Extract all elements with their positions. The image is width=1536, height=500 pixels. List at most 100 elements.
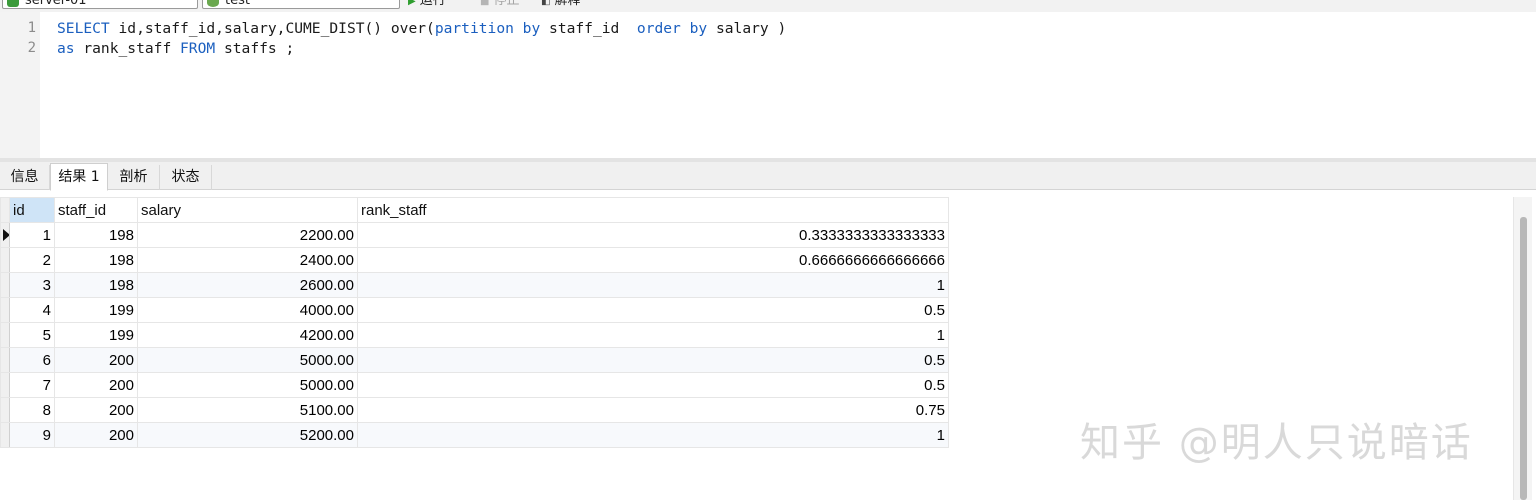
row-indicator[interactable] bbox=[0, 397, 10, 423]
cell-salary[interactable]: 2600.00 bbox=[137, 272, 358, 298]
row-indicator[interactable] bbox=[0, 347, 10, 373]
sql-text: staffs ; bbox=[215, 40, 295, 57]
run-label: 运行 bbox=[419, 0, 446, 8]
cell-staff-id[interactable]: 200 bbox=[54, 397, 138, 423]
sql-text: rank_staff bbox=[74, 40, 181, 57]
current-row-arrow-icon bbox=[3, 229, 9, 241]
cell-rank-staff[interactable]: 0.5 bbox=[357, 347, 949, 373]
cell-salary[interactable]: 4200.00 bbox=[137, 322, 358, 348]
connection-label: server-01 bbox=[25, 0, 87, 8]
sql-text: id,staff_id,salary,CUME_DIST() over( bbox=[109, 20, 435, 37]
cell-staff-id[interactable]: 198 bbox=[54, 272, 138, 298]
cell-staff-id[interactable]: 199 bbox=[54, 297, 138, 323]
line-number-gutter: 1 2 bbox=[0, 12, 40, 158]
column-header-salary[interactable]: salary bbox=[137, 197, 358, 223]
explain-button[interactable]: ◧ 解释 bbox=[541, 0, 580, 9]
column-header-id[interactable]: id bbox=[9, 197, 55, 223]
tab-result-1[interactable]: 结果 1 bbox=[50, 163, 108, 191]
row-indicator[interactable] bbox=[0, 222, 10, 248]
cell-rank-staff[interactable]: 1 bbox=[357, 422, 949, 448]
sql-editor[interactable]: 1 2 SELECT id,staff_id,salary,CUME_DIST(… bbox=[0, 12, 1536, 158]
cell-id[interactable]: 9 bbox=[9, 422, 55, 448]
row-indicator[interactable] bbox=[0, 297, 10, 323]
cell-staff-id[interactable]: 200 bbox=[54, 422, 138, 448]
line-number: 2 bbox=[27, 40, 36, 56]
cell-rank-staff[interactable]: 0.3333333333333333 bbox=[357, 222, 949, 248]
code-line-1[interactable]: SELECT id,staff_id,salary,CUME_DIST() ov… bbox=[57, 20, 786, 37]
cell-staff-id[interactable]: 199 bbox=[54, 322, 138, 348]
cell-id[interactable]: 6 bbox=[9, 347, 55, 373]
cell-rank-staff[interactable]: 0.5 bbox=[357, 372, 949, 398]
table-row[interactable]: 7 200 5000.00 0.5 bbox=[0, 372, 949, 398]
cell-staff-id[interactable]: 198 bbox=[54, 222, 138, 248]
tab-status[interactable]: 状态 bbox=[160, 165, 212, 190]
sql-keyword: SELECT bbox=[57, 20, 110, 37]
cell-id[interactable]: 1 bbox=[9, 222, 55, 248]
tab-profile[interactable]: 剖析 bbox=[108, 165, 160, 190]
vertical-scrollbar[interactable] bbox=[1513, 197, 1532, 500]
cell-staff-id[interactable]: 200 bbox=[54, 347, 138, 373]
cell-salary[interactable]: 5200.00 bbox=[137, 422, 358, 448]
cell-id[interactable]: 3 bbox=[9, 272, 55, 298]
code-line-2[interactable]: as rank_staff FROM staffs ; bbox=[57, 40, 294, 57]
database-select[interactable]: test bbox=[202, 0, 400, 9]
cell-id[interactable]: 5 bbox=[9, 322, 55, 348]
explain-icon: ◧ bbox=[541, 0, 551, 7]
toolbar: server-01 test ▶ 运行 ■ 停止 ◧ 解释 bbox=[0, 0, 1536, 12]
row-indicator[interactable] bbox=[0, 422, 10, 448]
cell-staff-id[interactable]: 198 bbox=[54, 247, 138, 273]
cell-id[interactable]: 2 bbox=[9, 247, 55, 273]
row-indicator[interactable] bbox=[0, 322, 10, 348]
sql-keyword: order by bbox=[636, 20, 708, 37]
column-header-rank-staff[interactable]: rank_staff bbox=[357, 197, 949, 223]
watermark: 知乎 @明人只说暗话 bbox=[1080, 420, 1473, 466]
cell-id[interactable]: 4 bbox=[9, 297, 55, 323]
cell-rank-staff[interactable]: 0.75 bbox=[357, 397, 949, 423]
table-row[interactable]: 5 199 4200.00 1 bbox=[0, 322, 949, 348]
table-row[interactable]: 3 198 2600.00 1 bbox=[0, 272, 949, 298]
connection-select[interactable]: server-01 bbox=[2, 0, 198, 9]
database-label: test bbox=[225, 0, 250, 8]
sql-text: salary ) bbox=[707, 20, 787, 37]
sql-keyword: FROM bbox=[180, 40, 216, 57]
table-row[interactable]: 6 200 5000.00 0.5 bbox=[0, 347, 949, 373]
line-number: 1 bbox=[27, 20, 36, 36]
row-indicator-header bbox=[0, 197, 10, 223]
cell-salary[interactable]: 2400.00 bbox=[137, 247, 358, 273]
scrollbar-thumb[interactable] bbox=[1520, 217, 1527, 500]
sql-keyword: as bbox=[57, 40, 75, 57]
cell-staff-id[interactable]: 200 bbox=[54, 372, 138, 398]
cell-salary[interactable]: 5100.00 bbox=[137, 397, 358, 423]
explain-label: 解释 bbox=[554, 0, 581, 8]
table-row[interactable]: 2 198 2400.00 0.6666666666666666 bbox=[0, 247, 949, 273]
table-row[interactable]: 4 199 4000.00 0.5 bbox=[0, 297, 949, 323]
column-header-staff-id[interactable]: staff_id bbox=[54, 197, 138, 223]
grid-header-row: id staff_id salary rank_staff bbox=[0, 197, 949, 223]
cell-salary[interactable]: 5000.00 bbox=[137, 372, 358, 398]
sql-text: staff_id bbox=[540, 20, 637, 37]
row-indicator[interactable] bbox=[0, 372, 10, 398]
cell-salary[interactable]: 4000.00 bbox=[137, 297, 358, 323]
cell-rank-staff[interactable]: 0.5 bbox=[357, 297, 949, 323]
row-indicator[interactable] bbox=[0, 272, 10, 298]
server-icon bbox=[7, 0, 19, 7]
tab-info[interactable]: 信息 bbox=[0, 165, 50, 190]
row-indicator[interactable] bbox=[0, 247, 10, 273]
cell-salary[interactable]: 2200.00 bbox=[137, 222, 358, 248]
play-icon: ▶ bbox=[408, 0, 416, 7]
table-row[interactable]: 8 200 5100.00 0.75 bbox=[0, 397, 949, 423]
cell-id[interactable]: 7 bbox=[9, 372, 55, 398]
cell-salary[interactable]: 5000.00 bbox=[137, 347, 358, 373]
table-row[interactable]: 1 198 2200.00 0.3333333333333333 bbox=[0, 222, 949, 248]
stop-label: 停止 bbox=[493, 0, 520, 8]
cell-rank-staff[interactable]: 1 bbox=[357, 272, 949, 298]
sql-keyword: partition by bbox=[434, 20, 541, 37]
cell-rank-staff[interactable]: 1 bbox=[357, 322, 949, 348]
cell-rank-staff[interactable]: 0.6666666666666666 bbox=[357, 247, 949, 273]
table-row[interactable]: 9 200 5200.00 1 bbox=[0, 422, 949, 448]
cell-id[interactable]: 8 bbox=[9, 397, 55, 423]
database-icon bbox=[207, 0, 219, 7]
stop-button[interactable]: ■ 停止 bbox=[480, 0, 519, 9]
run-button[interactable]: ▶ 运行 bbox=[408, 0, 446, 9]
result-tabs: 信息 结果 1 剖析 状态 bbox=[0, 162, 1536, 191]
